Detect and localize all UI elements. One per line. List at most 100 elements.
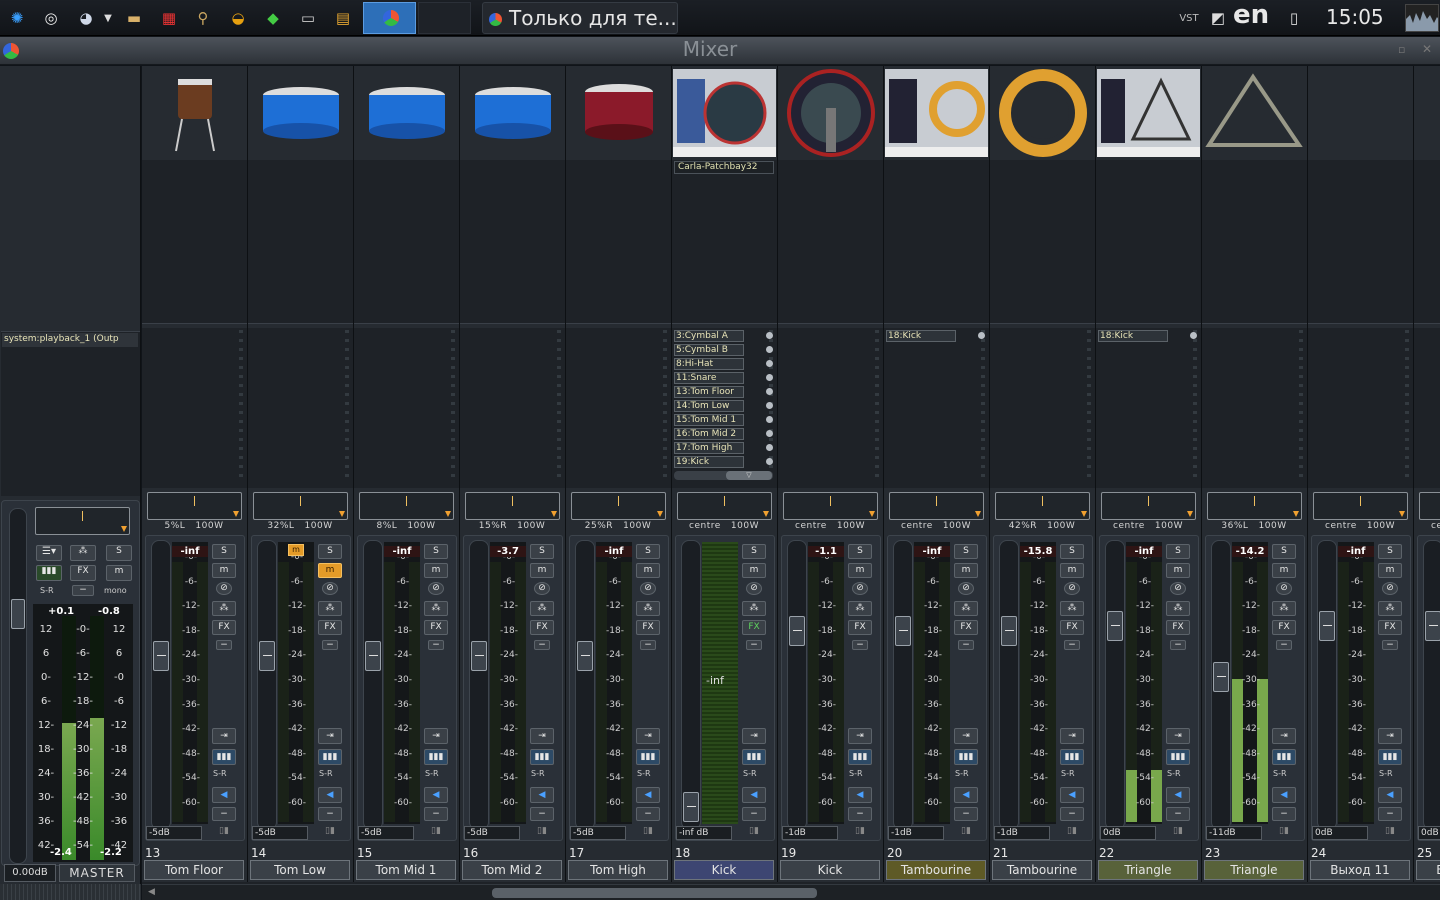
minus-icon[interactable]: − (746, 640, 762, 650)
minus-icon[interactable]: − (530, 807, 554, 821)
minus-icon[interactable]: − (1382, 640, 1398, 650)
port-connector-icon[interactable] (978, 332, 985, 339)
meter-mode-icon[interactable]: ▮▮▮ (742, 749, 766, 765)
gain-readout[interactable]: -1dB (888, 826, 944, 840)
output-route-icon[interactable]: ⇥ (1272, 728, 1296, 744)
strip-name[interactable]: Tom Mid 1 (356, 860, 456, 880)
speaker-icon[interactable]: ◀ (636, 787, 660, 803)
window-button-mixer[interactable] (363, 2, 416, 34)
master-mute-button[interactable]: m (106, 565, 132, 581)
port-connector-icon[interactable] (766, 374, 773, 381)
meter-mode-icon[interactable]: ▮▮▮ (424, 749, 448, 765)
io-port[interactable]: 19:Kick (674, 456, 744, 468)
vst-icon[interactable]: VST (1176, 5, 1202, 31)
io-port[interactable]: 11:Snare (674, 372, 744, 384)
plugin-slot[interactable] (566, 160, 671, 324)
level-icon[interactable]: ▯▮ (741, 826, 767, 840)
speaker-icon[interactable]: ◀ (742, 787, 766, 803)
patch-icon[interactable]: ⁂ (1166, 601, 1190, 616)
pan-slider[interactable] (253, 492, 348, 520)
level-icon[interactable]: ▯▮ (211, 826, 237, 840)
gain-readout[interactable]: 0dB (1418, 826, 1440, 840)
solo-button[interactable]: S (424, 544, 448, 559)
clock[interactable]: 15:05 (1326, 5, 1384, 29)
io-port[interactable]: 17:Tom High (674, 442, 744, 454)
volume-fader[interactable] (787, 540, 807, 830)
gain-readout[interactable]: -5dB (570, 826, 626, 840)
strip-name[interactable]: Выход 12 (1416, 860, 1440, 880)
output-route-icon[interactable]: ⇥ (212, 728, 236, 744)
mute-button[interactable]: m (636, 563, 660, 578)
volume-fader[interactable] (893, 540, 913, 830)
gain-readout[interactable]: -5dB (464, 826, 520, 840)
globe-icon[interactable]: ◕ (73, 5, 99, 31)
master-pan-slider[interactable] (35, 507, 130, 535)
strip-name[interactable]: Tom High (568, 860, 668, 880)
solo-button[interactable]: S (318, 544, 342, 559)
audio-editor-icon[interactable]: ▦ (156, 5, 182, 31)
minus-icon[interactable]: − (216, 640, 232, 650)
phase-invert-icon[interactable]: ⊘ (1276, 582, 1292, 595)
scroll-left-icon[interactable]: ◀ (148, 887, 155, 897)
meter-mode-icon[interactable]: ▮▮▮ (212, 749, 236, 765)
volume-fader[interactable] (575, 540, 595, 830)
port-connector-icon[interactable] (766, 444, 773, 451)
minus-icon[interactable]: − (742, 807, 766, 821)
volume-fader[interactable] (1317, 540, 1337, 830)
solo-button[interactable]: S (1060, 544, 1084, 559)
speaker-icon[interactable]: ◀ (1166, 787, 1190, 803)
solo-button[interactable]: S (1166, 544, 1190, 559)
volume-fader-knob[interactable] (365, 641, 381, 671)
instrument-image[interactable] (354, 66, 459, 160)
master-menu-button[interactable]: ☰▾ (36, 545, 62, 561)
mute-button[interactable]: m (1272, 563, 1296, 578)
keyboard-layout[interactable]: en (1233, 0, 1269, 30)
volume-fader-knob[interactable] (789, 616, 805, 646)
master-solo-button[interactable]: S (106, 545, 132, 561)
meter-mode-icon[interactable]: ▮▮▮ (954, 749, 978, 765)
instrument-image[interactable] (1202, 66, 1307, 160)
output-route-icon[interactable]: ⇥ (318, 728, 342, 744)
io-port[interactable]: 15:Tom Mid 1 (674, 414, 744, 426)
gain-readout[interactable]: -11dB (1206, 826, 1262, 840)
meter-mode-icon[interactable]: ▮▮▮ (530, 749, 554, 765)
patch-icon[interactable]: ⁂ (848, 601, 872, 616)
mute-button[interactable]: m (424, 563, 448, 578)
solo-button[interactable]: S (742, 544, 766, 559)
volume-fader-knob[interactable] (1213, 662, 1229, 692)
minus-icon[interactable]: − (424, 807, 448, 821)
volume-fader-knob[interactable] (153, 641, 169, 671)
minus-icon[interactable]: − (848, 807, 872, 821)
output-route-icon[interactable]: ⇥ (424, 728, 448, 744)
mute-button[interactable]: m (318, 563, 342, 578)
port-connector-icon[interactable] (766, 416, 773, 423)
solo-button[interactable]: S (636, 544, 660, 559)
master-gain[interactable]: 0.00dB (4, 864, 56, 882)
pan-slider[interactable] (889, 492, 984, 520)
output-route-icon[interactable]: ⇥ (530, 728, 554, 744)
io-port[interactable]: 18:Kick (886, 330, 956, 342)
phase-invert-icon[interactable]: ⊘ (1170, 582, 1186, 595)
fx-button[interactable]: FX (742, 620, 766, 635)
patch-icon[interactable]: ⁂ (954, 601, 978, 616)
minus-icon[interactable]: − (640, 640, 656, 650)
patch-icon[interactable]: ⁂ (742, 601, 766, 616)
mute-button[interactable]: m (1060, 563, 1084, 578)
solo-button[interactable]: S (848, 544, 872, 559)
plugin-slot[interactable] (354, 160, 459, 324)
horizontal-scrollbar[interactable]: ◀ (142, 884, 1440, 900)
phase-invert-icon[interactable]: ⊘ (1064, 582, 1080, 595)
level-icon[interactable]: ▯▮ (1377, 826, 1403, 840)
gain-readout[interactable]: -inf dB (676, 826, 732, 840)
strip-name[interactable]: Kick (674, 860, 774, 880)
output-route-icon[interactable]: ⇥ (742, 728, 766, 744)
level-icon[interactable]: ▯▮ (1059, 826, 1085, 840)
level-icon[interactable]: ▯▮ (953, 826, 979, 840)
mute-button[interactable]: m (954, 563, 978, 578)
battery-icon[interactable]: ▯ (1281, 5, 1307, 31)
minus-icon[interactable]: − (636, 807, 660, 821)
volume-fader-knob[interactable] (259, 641, 275, 671)
level-icon[interactable]: ▯▮ (847, 826, 873, 840)
instrument-image[interactable] (778, 66, 883, 160)
port-connector-icon[interactable] (766, 430, 773, 437)
